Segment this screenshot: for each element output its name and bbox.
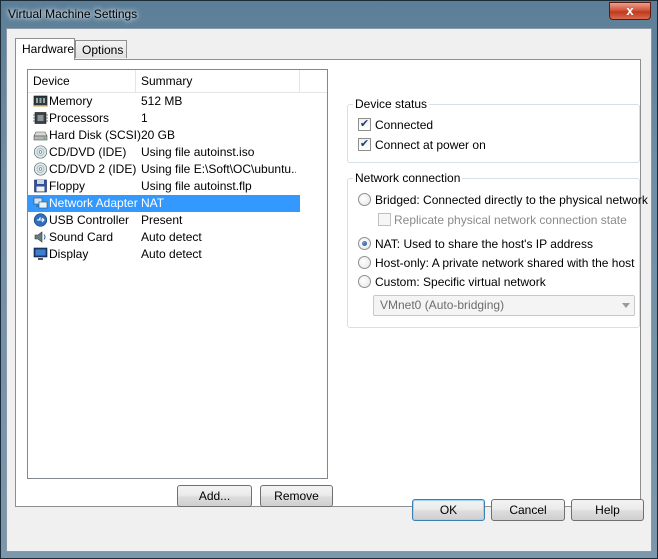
device-name: Display (49, 247, 89, 261)
cd-dvd-icon (33, 145, 48, 159)
floppy-icon (34, 179, 47, 193)
device-name: Processors (49, 111, 110, 125)
device-summary: Using file E:\Soft\OC\ubuntu... (141, 162, 296, 176)
add-device-button[interactable]: Add... (177, 485, 252, 507)
device-summary: NAT (141, 196, 165, 210)
nat-label: NAT: Used to share the host's IP address (375, 237, 593, 251)
device-row-sound-card[interactable]: Sound Card Auto detect (28, 229, 300, 246)
title-bar[interactable]: Virtual Machine Settings x (1, 1, 657, 27)
device-list[interactable]: Device Summary Memory 512 MB Processors … (27, 69, 328, 479)
connected-checkbox[interactable]: ✔ (358, 118, 371, 131)
replicate-state-checkbox[interactable] (378, 213, 391, 226)
processor-icon (33, 112, 48, 124)
display-icon (33, 247, 48, 260)
vm-settings-window: Virtual Machine Settings x Hardware Opti… (0, 0, 658, 559)
sound-card-icon (34, 231, 46, 243)
bridged-radio[interactable] (358, 193, 371, 206)
cancel-button[interactable]: Cancel (491, 499, 565, 521)
device-row-cd-dvd-2[interactable]: CD/DVD 2 (IDE) Using file E:\Soft\OC\ubu… (28, 161, 300, 178)
hard-disk-icon (33, 131, 48, 141)
device-name: Sound Card (49, 230, 114, 244)
network-connection-legend: Network connection (353, 171, 463, 185)
device-name: Floppy (49, 179, 86, 193)
column-header-summary[interactable]: Summary (136, 70, 300, 92)
remove-device-button[interactable]: Remove (260, 485, 333, 507)
memory-icon (33, 95, 48, 107)
device-row-memory[interactable]: Memory 512 MB (28, 93, 300, 110)
device-row-network-adapter[interactable]: Network Adapter NAT (28, 195, 300, 212)
custom-network-value: VMnet0 (Auto-bridging) (380, 298, 505, 312)
device-name: Hard Disk (SCSI) (49, 128, 142, 142)
tab-hardware[interactable]: Hardware (15, 38, 75, 60)
device-status-group: Device status ✔ Connected ✔ Connect at p… (347, 97, 640, 163)
help-button[interactable]: Help (571, 499, 644, 521)
connect-at-power-on-checkbox[interactable]: ✔ (358, 138, 371, 151)
close-button[interactable]: x (609, 2, 651, 20)
device-name: CD/DVD (IDE) (49, 145, 127, 159)
device-summary: Present (141, 213, 183, 227)
device-summary: 20 GB (141, 128, 176, 142)
device-row-usb-controller[interactable]: USB Controller Present (28, 212, 300, 229)
bridged-label: Bridged: Connected directly to the physi… (375, 193, 648, 207)
device-name: USB Controller (49, 213, 130, 227)
tab-options[interactable]: Options (75, 40, 127, 58)
replicate-state-label: Replicate physical network connection st… (394, 213, 627, 227)
device-status-legend: Device status (353, 97, 430, 111)
device-summary: Using file autoinst.flp (141, 179, 252, 193)
window-title: Virtual Machine Settings (8, 7, 138, 21)
device-rows: Memory 512 MB Processors 1 Hard Disk (SC… (28, 93, 300, 263)
usb-icon (33, 213, 48, 227)
hardware-tab-panel: Device Summary Memory 512 MB Processors … (15, 59, 648, 507)
custom-label: Custom: Specific virtual network (375, 275, 546, 289)
device-summary: Auto detect (141, 247, 202, 261)
ok-button[interactable]: OK (412, 499, 485, 521)
custom-radio[interactable] (358, 275, 371, 288)
device-row-cd-dvd[interactable]: CD/DVD (IDE) Using file autoinst.iso (28, 144, 300, 161)
device-name: CD/DVD 2 (IDE) (49, 162, 137, 176)
connect-at-power-on-label: Connect at power on (375, 138, 486, 152)
device-name: Network Adapter (49, 196, 138, 210)
chevron-down-icon (622, 303, 630, 308)
host-only-label: Host-only: A private network shared with… (375, 256, 635, 270)
nat-radio[interactable] (358, 237, 371, 250)
device-summary: 512 MB (141, 94, 183, 108)
device-row-display[interactable]: Display Auto detect (28, 246, 300, 263)
device-row-processors[interactable]: Processors 1 (28, 110, 300, 127)
device-list-header: Device Summary (28, 70, 327, 93)
device-summary: Auto detect (141, 230, 202, 244)
device-row-hard-disk[interactable]: Hard Disk (SCSI) 20 GB (28, 127, 300, 144)
cd-dvd-icon (33, 162, 48, 176)
device-summary: Using file autoinst.iso (141, 145, 255, 159)
device-row-floppy[interactable]: Floppy Using file autoinst.flp (28, 178, 300, 195)
host-only-radio[interactable] (358, 256, 371, 269)
device-summary: 1 (141, 111, 148, 125)
connected-label: Connected (375, 118, 434, 132)
column-header-device[interactable]: Device (28, 70, 136, 92)
device-name: Memory (49, 94, 93, 108)
custom-network-select[interactable]: VMnet0 (Auto-bridging) (373, 295, 635, 316)
network-adapter-icon (33, 197, 48, 209)
dialog-client-area: Hardware Options Device Summary Memory 5… (6, 28, 652, 552)
